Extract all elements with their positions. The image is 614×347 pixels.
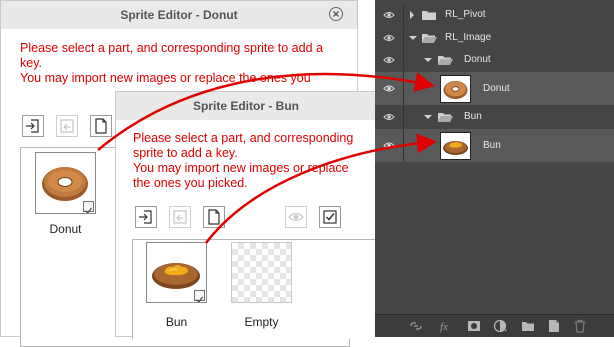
eye-icon bbox=[383, 35, 395, 41]
layer-name: Donut bbox=[464, 54, 491, 65]
donut-icon bbox=[443, 81, 468, 99]
import-icon bbox=[139, 210, 152, 224]
new-layer-icon[interactable] bbox=[547, 319, 561, 333]
dialog-description: Please select a part, and corresponding … bbox=[133, 131, 354, 190]
close-icon[interactable] bbox=[329, 7, 343, 21]
folder-icon bbox=[422, 11, 436, 20]
select-checkbox[interactable] bbox=[83, 201, 94, 214]
svg-text:fx: fx bbox=[440, 321, 448, 333]
visibility-toggle[interactable] bbox=[375, 129, 404, 162]
import-button[interactable] bbox=[135, 206, 157, 228]
layer-name: Bun bbox=[464, 111, 482, 122]
dialog-title: Sprite Editor - Bun bbox=[116, 92, 376, 120]
visibility-toggle[interactable] bbox=[375, 4, 404, 26]
eye-icon bbox=[383, 114, 395, 120]
chevron-down-icon[interactable] bbox=[423, 56, 433, 64]
eye-icon bbox=[383, 142, 395, 149]
sprite-label: Bun bbox=[165, 315, 188, 329]
fx-icon[interactable]: fx bbox=[439, 319, 453, 333]
sprite-label: Empty bbox=[244, 315, 279, 329]
layer-row-rl-pivot[interactable]: RL_Pivot bbox=[375, 4, 614, 26]
folder-open-icon bbox=[438, 113, 453, 122]
sprite-editor-bun-dialog: Sprite Editor - Bun Please select a part… bbox=[115, 91, 378, 339]
eye-icon bbox=[383, 12, 395, 18]
folder-open-icon bbox=[422, 34, 437, 43]
select-all-button[interactable] bbox=[319, 206, 341, 228]
visibility-toggle[interactable] bbox=[375, 72, 404, 105]
layer-row-donut-group[interactable]: Donut bbox=[375, 49, 614, 71]
preview-button[interactable] bbox=[285, 206, 307, 228]
layer-thumbnail bbox=[440, 75, 471, 103]
dialog-body: Please select a part, and corresponding … bbox=[116, 120, 378, 339]
layer-name: Bun bbox=[483, 140, 501, 151]
sprite-list-pane: Bun Empty bbox=[132, 239, 378, 339]
layer-row-bun-group[interactable]: Bun bbox=[375, 106, 614, 128]
bun-icon bbox=[443, 141, 468, 155]
replace-icon bbox=[60, 119, 74, 133]
chevron-down-icon[interactable] bbox=[423, 113, 433, 121]
sprite-thumb-empty[interactable] bbox=[231, 242, 292, 303]
trash-icon[interactable] bbox=[573, 319, 587, 333]
new-document-button[interactable] bbox=[90, 115, 112, 137]
replace-button[interactable] bbox=[56, 115, 78, 137]
mask-icon[interactable] bbox=[467, 319, 481, 333]
group-folder-icon[interactable] bbox=[521, 319, 535, 333]
dialog-description: Please select a part, and corresponding … bbox=[20, 41, 323, 85]
eye-icon bbox=[288, 212, 304, 222]
layers-panel-toolbar: fx bbox=[375, 314, 614, 337]
link-icon[interactable] bbox=[409, 319, 423, 333]
import-button[interactable] bbox=[22, 115, 44, 137]
visibility-toggle[interactable] bbox=[375, 49, 404, 71]
sprite-thumb-donut[interactable] bbox=[35, 152, 96, 214]
checkbox-icon bbox=[323, 210, 337, 224]
layer-thumbnail bbox=[440, 132, 471, 160]
adjustment-icon[interactable] bbox=[493, 319, 509, 333]
layer-name: Donut bbox=[483, 83, 510, 94]
visibility-toggle[interactable] bbox=[375, 27, 404, 49]
sprite-label: Donut bbox=[49, 222, 82, 236]
replace-icon bbox=[173, 210, 187, 224]
eye-icon bbox=[383, 57, 395, 63]
layer-row-donut[interactable]: Donut bbox=[375, 72, 614, 105]
document-icon bbox=[95, 118, 107, 134]
new-document-button[interactable] bbox=[203, 206, 225, 228]
chevron-down-icon[interactable] bbox=[408, 34, 418, 42]
eye-icon bbox=[383, 85, 395, 92]
layer-row-bun[interactable]: Bun bbox=[375, 129, 614, 162]
layers-panel: RL_Pivot RL_Image Donut Donut Bun Bun fx bbox=[375, 0, 614, 337]
folder-open-icon bbox=[438, 56, 453, 65]
chevron-right-icon[interactable] bbox=[408, 10, 416, 20]
select-checkbox[interactable] bbox=[194, 290, 205, 303]
layer-name: RL_Pivot bbox=[445, 9, 486, 20]
sprite-thumb-bun[interactable] bbox=[146, 242, 207, 303]
replace-button[interactable] bbox=[169, 206, 191, 228]
visibility-toggle[interactable] bbox=[375, 106, 404, 128]
layer-row-rl-image[interactable]: RL_Image bbox=[375, 27, 614, 49]
layer-name: RL_Image bbox=[445, 32, 492, 43]
import-icon bbox=[26, 119, 39, 133]
dialog-title: Sprite Editor - Donut bbox=[1, 1, 357, 29]
document-icon bbox=[208, 209, 220, 225]
